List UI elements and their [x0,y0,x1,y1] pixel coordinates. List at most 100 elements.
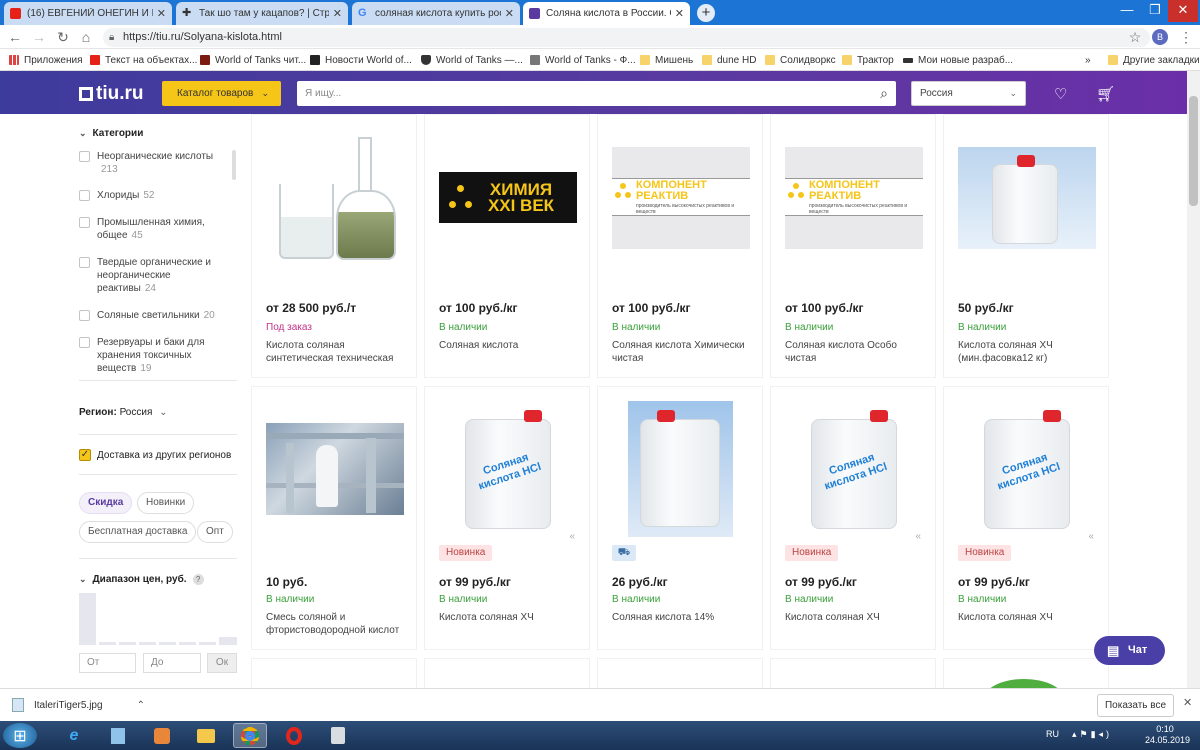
product-name[interactable]: Соляная кислота [439,339,584,352]
bookmark-apps[interactable]: Приложения [9,53,83,67]
chip-new[interactable]: Новинки [137,492,195,514]
bookmark-item[interactable]: World of Tanks —... [421,53,523,67]
other-bookmarks[interactable]: Другие закладки [1108,53,1200,67]
bookmark-item[interactable]: Мои новые разраб... [903,53,1013,67]
help-icon[interactable]: ? [192,574,204,585]
checkbox[interactable] [79,310,90,321]
product-card[interactable]: Соляная кислота HCl « Новинка от 99 руб.… [943,386,1109,650]
explorer-folder-icon[interactable] [189,723,223,748]
heart-icon[interactable]: ♡ [1054,85,1067,103]
browser-tab[interactable]: (16) ЕВГЕНИЙ ОНЕГИН И ПУ ✕ [4,2,172,25]
region-filter[interactable]: Регион: Россия ⌄ [79,407,168,418]
region-select[interactable]: Россия ⌄ [911,81,1026,106]
product-card[interactable] [943,658,1109,688]
browser-tab[interactable]: ✚ Так шо там у кацапов? | Страни ✕ [176,2,348,25]
product-card[interactable]: КОМПОНЕНТ РЕАКТИВ производитель высокочи… [597,114,763,378]
more-icon[interactable]: « [569,531,575,542]
checkbox-checked[interactable]: ✓ [79,449,91,461]
product-card[interactable]: Соляная кислота HCl « Новинка от 99 руб.… [770,386,936,650]
catalog-button[interactable]: Каталог товаров ⌄ [162,81,281,106]
product-card[interactable]: Соляная кислота HCl « Новинка от 99 руб.… [424,386,590,650]
checkbox[interactable] [79,257,90,268]
close-window-button[interactable]: ✕ [1168,0,1198,22]
checkbox[interactable] [79,151,90,162]
checkbox[interactable] [79,217,90,228]
minimize-button[interactable]: — [1112,0,1142,22]
categories-scrollbar[interactable] [232,150,236,180]
product-name[interactable]: Кислота соляная ХЧ (мин.фасовка12 кг) [958,339,1103,365]
price-range-header[interactable]: ⌄ Диапазон цен, руб. ? [79,574,204,585]
media-player-icon[interactable] [145,723,179,748]
close-icon[interactable]: ✕ [157,7,166,20]
bookmark-item[interactable]: World of Tanks чит... [200,53,306,67]
star-icon[interactable]: ☆ [1126,28,1144,46]
price-from-input[interactable]: От [79,653,136,673]
close-icon[interactable]: ✕ [505,7,514,20]
reload-icon[interactable]: ↻ [54,28,72,46]
product-name[interactable]: Соляная кислота Химически чистая [612,339,757,365]
bookmarks-more[interactable]: » [1085,53,1091,67]
chrome-icon[interactable] [233,723,267,748]
maximize-button[interactable]: ❐ [1140,0,1170,22]
product-name[interactable]: Кислота соляная ХЧ [785,611,930,624]
close-icon[interactable]: ✕ [1183,696,1192,709]
category-item[interactable]: Промышленная химия, общее 45 [79,216,209,242]
product-name[interactable]: Кислота соляная ХЧ [439,611,584,624]
product-card[interactable] [251,658,417,688]
search-icon[interactable]: ⌕ [880,81,888,106]
close-icon[interactable]: ✕ [333,7,342,20]
close-icon[interactable]: ✕ [675,7,684,20]
bookmark-item[interactable]: World of Tanks - Ф... [530,53,636,67]
product-card[interactable] [597,658,763,688]
price-to-input[interactable]: До [143,653,201,673]
start-button[interactable]: ⊞ [3,723,37,748]
product-name[interactable]: Смесь соляной и фтористоводородной кисло… [266,611,411,637]
chip-discount[interactable]: Скидка [79,492,133,514]
site-logo[interactable]: tiu.ru [79,83,144,105]
more-icon[interactable]: « [915,531,921,542]
url-bar[interactable]: 🔒︎ https://tiu.ru/Solyana-kislota.html [103,28,1150,47]
bookmark-folder[interactable]: Солидворкс [765,53,836,67]
checkbox[interactable] [79,337,90,348]
profile-avatar[interactable]: В [1152,29,1168,45]
opera-icon[interactable] [277,723,311,748]
category-item[interactable]: Резервуары и баки для хранения токсичных… [79,336,229,375]
download-item[interactable]: ItaleriTiger5.jpg ⌃ [12,698,145,712]
page-scrollbar[interactable] [1187,71,1200,688]
product-card[interactable]: от 28 500 руб./т Под заказ Кислота солян… [251,114,417,378]
back-arrow-icon[interactable]: ← [6,28,24,46]
calculator-icon[interactable] [321,723,355,748]
product-card[interactable]: КОМПОНЕНТ РЕАКТИВ производитель высокочи… [770,114,936,378]
internet-explorer-icon[interactable]: e [57,723,91,748]
delivery-filter[interactable]: ✓ Доставка из других регионов [79,449,231,461]
bookmark-folder[interactable]: Мишень [640,53,693,67]
home-icon[interactable]: ⌂ [77,28,95,46]
categories-header[interactable]: ⌄ Категории [79,128,143,139]
tray-icons[interactable]: ▴⚑▮◂) [1072,729,1112,740]
chip-wholesale[interactable]: Опт [197,521,233,543]
price-ok-button[interactable]: Ок [207,653,237,673]
product-name[interactable]: Кислота соляная ХЧ [958,611,1103,624]
product-card[interactable] [424,658,590,688]
product-name[interactable]: Соляная кислота Особо чистая [785,339,930,365]
category-item[interactable]: Хлориды 52 [79,189,229,202]
product-name[interactable]: Соляная кислота 14% [612,611,757,624]
product-card[interactable]: 10 руб. В наличии Смесь соляной и фторис… [251,386,417,650]
clock[interactable]: 0:10 24.05.2019 [1145,724,1190,746]
product-card[interactable] [770,658,936,688]
browser-tab[interactable]: G соляная кислота купить россия ✕ [352,2,520,25]
category-item[interactable]: Твердые органические и неорганические ре… [79,256,229,295]
chat-button[interactable]: ▤ Чат [1094,636,1165,665]
product-card[interactable]: ⛟ 26 руб./кг В наличии Соляная кислота 1… [597,386,763,650]
bookmark-item[interactable]: Новости World of... [310,53,412,67]
product-card[interactable]: 50 руб./кг В наличии Кислота соляная ХЧ … [943,114,1109,378]
cart-icon[interactable]: 🛒︎ [1096,85,1115,103]
language-indicator[interactable]: RU [1046,729,1059,739]
notepad-icon[interactable] [101,723,135,748]
forward-arrow-icon[interactable]: → [30,28,48,46]
more-icon[interactable]: « [1088,531,1094,542]
product-card[interactable]: ХИМИЯ XXI ВЕК от 100 руб./кг В наличии С… [424,114,590,378]
show-all-button[interactable]: Показать все [1097,694,1174,717]
product-name[interactable]: Кислота соляная синтетическая техническа… [266,339,411,365]
bookmark-folder[interactable]: dune HD [702,53,756,67]
